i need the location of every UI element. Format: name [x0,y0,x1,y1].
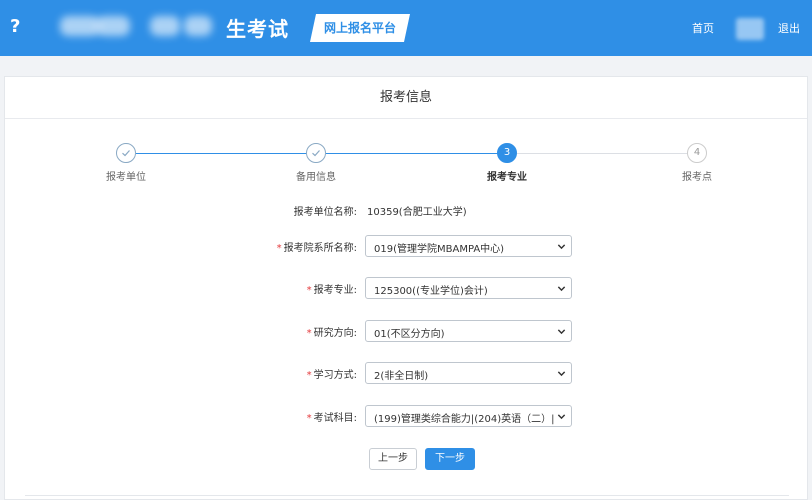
dept-label: * 报考院系所名称: [277,239,357,254]
form-card: 报考信息 报考单位 备用信息 3 报考专业 4 报考点 报考单位名称: 1035… [4,76,808,500]
step-1-check-icon [116,143,136,163]
unit-label: 报考单位名称: [293,207,357,218]
mode-selected-value: 2(非全日制) [374,371,429,382]
required-mark: * [306,328,312,339]
subjects-label-text: 考试科目: [313,413,357,424]
step-connector [517,153,690,154]
unit-row: 报考单位名称: 10359(合肥工业大学) [5,199,809,223]
direction-row: * 研究方向: 01(不区分方向) [5,320,809,344]
major-label: * 报考专业: [307,281,357,296]
dept-select[interactable]: 019(管理学院MBAMPA中心) [365,235,572,257]
divider [25,495,789,496]
mode-select[interactable]: 2(非全日制) [365,362,572,384]
direction-label: * 研究方向: [307,324,357,339]
blurred-title [184,16,212,36]
next-step-button[interactable]: 下一步 [425,448,475,470]
site-title: 生考试 [226,17,289,41]
progress-steps: 报考单位 备用信息 3 报考专业 4 报考点 [5,143,809,183]
step-connector [136,153,308,154]
chevron-down-icon [557,286,566,292]
step-1-label: 报考单位 [106,172,146,183]
mode-label: * 学习方式: [307,366,357,381]
chevron-down-icon [557,414,566,420]
mode-row: * 学习方式: 2(非全日制) [5,362,809,386]
nav-home-link[interactable]: 首页 [692,20,714,36]
site-logo: ? [10,16,21,37]
direction-label-text: 研究方向: [313,328,357,339]
unit-value: 10359(合肥工业大学) [367,207,467,218]
step-2-check-icon [306,143,326,163]
required-mark: * [306,285,312,296]
platform-badge: 网上报名平台 [310,14,410,42]
major-select[interactable]: 125300((专业学位)会计) [365,277,572,299]
major-selected-value: 125300((专业学位)会计) [374,286,488,297]
blurred-title [60,16,100,36]
subjects-label: * 考试科目: [307,409,357,424]
major-row: * 报考专业: 125300((专业学位)会计) [5,277,809,301]
user-avatar [736,18,764,40]
dept-row: * 报考院系所名称: 019(管理学院MBAMPA中心) [5,235,809,259]
direction-selected-value: 01(不区分方向) [374,329,445,340]
step-4-indicator: 4 [687,143,707,163]
direction-select[interactable]: 01(不区分方向) [365,320,572,342]
step-2-label: 备用信息 [296,172,336,183]
top-header: ? 生考试 网上报名平台 首页 退出 [0,0,812,56]
chevron-down-icon [557,244,566,250]
subjects-selected-value: (199)管理类综合能力|(204)英语（二）|(-... [374,414,554,425]
button-row: 上一步 下一步 [5,448,809,472]
page-title: 报考信息 [5,77,807,119]
subjects-select[interactable]: (199)管理类综合能力|(204)英语（二）|(-... [365,405,572,427]
required-mark: * [306,413,312,424]
major-label-text: 报考专业: [313,285,357,296]
chevron-down-icon [557,329,566,335]
required-mark: * [306,370,312,381]
dept-selected-value: 019(管理学院MBAMPA中心) [374,244,505,255]
previous-step-button[interactable]: 上一步 [369,448,417,470]
logout-link[interactable]: 退出 [778,20,800,36]
dept-label-text: 报考院系所名称: [283,243,357,254]
step-4-label: 报考点 [682,172,712,183]
subjects-row: * 考试科目: (199)管理类综合能力|(204)英语（二）|(-... [5,405,809,429]
chevron-down-icon [557,371,566,377]
blurred-title [96,16,130,36]
required-mark: * [276,243,282,254]
step-connector [326,153,499,154]
step-3-indicator: 3 [497,143,517,163]
mode-label-text: 学习方式: [313,370,357,381]
step-3-label: 报考专业 [487,172,527,183]
blurred-title [150,16,180,36]
